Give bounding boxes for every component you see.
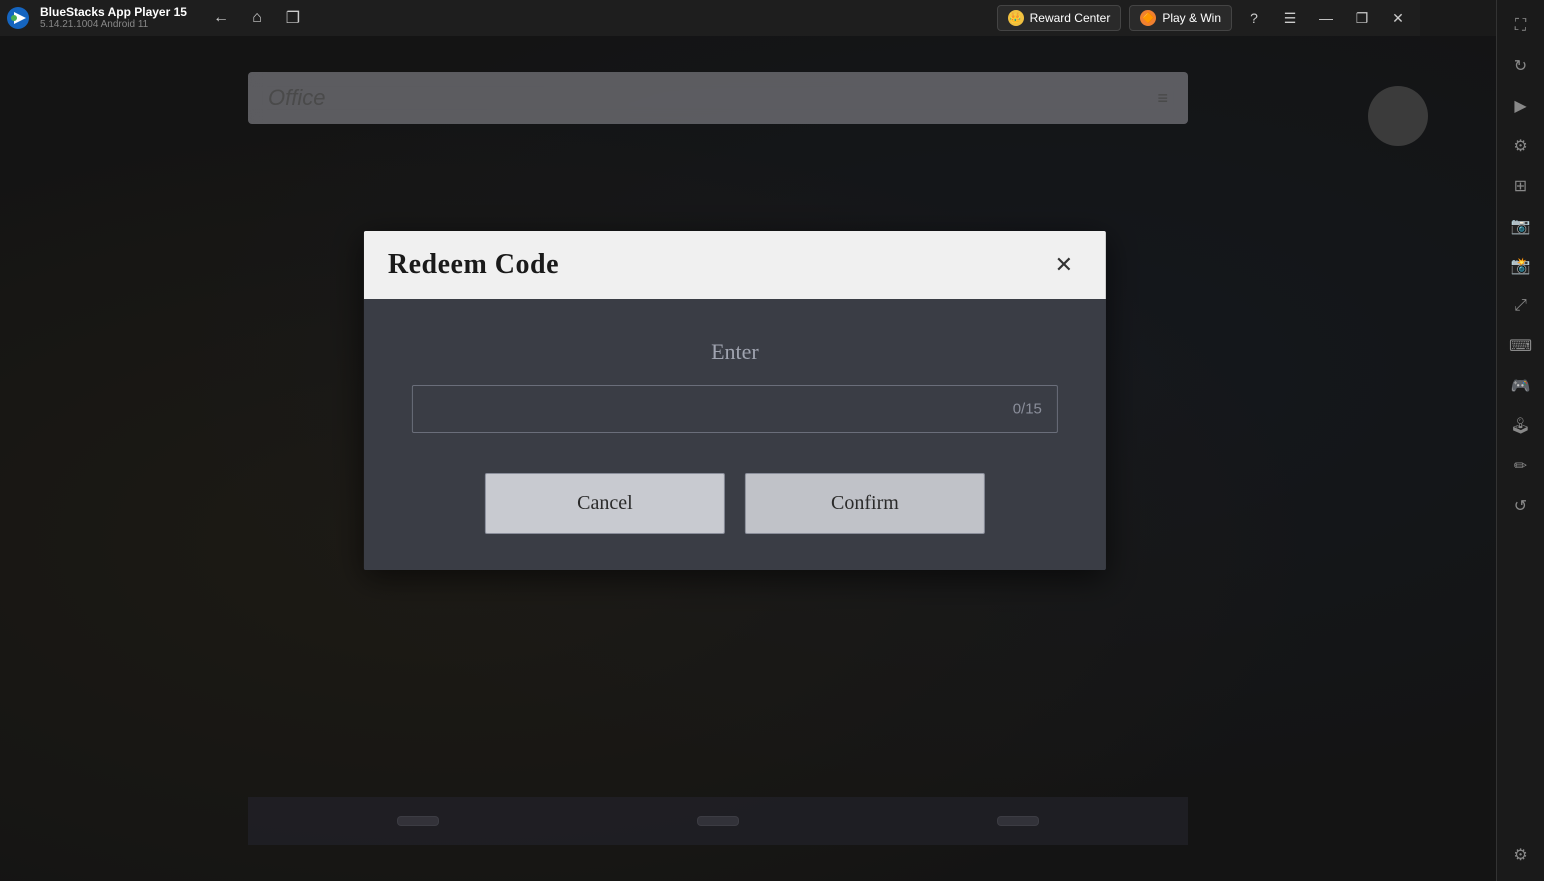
reward-center-button[interactable]: 👑 Reward Center [997, 5, 1122, 31]
settings2-icon[interactable]: ⚙ [1503, 128, 1539, 164]
dialog-title: Redeem Code [388, 249, 559, 281]
gamepad-icon[interactable]: 🎮 [1503, 368, 1539, 404]
dialog-input-wrapper: 0/15 [412, 385, 1058, 433]
close-button[interactable]: ✕ [1384, 4, 1412, 32]
cancel-button[interactable]: Cancel [485, 473, 725, 534]
dialog-buttons: Cancel Confirm [412, 473, 1058, 534]
help-button[interactable]: ? [1240, 4, 1268, 32]
refresh-icon[interactable]: ↺ [1503, 488, 1539, 524]
copy-button[interactable]: ❐ [279, 4, 307, 32]
screenshot-icon[interactable]: 📸 [1503, 248, 1539, 284]
reward-icon: 👑 [1008, 10, 1024, 26]
app-name: BlueStacks App Player 15 [40, 5, 187, 19]
bluestacks-logo [0, 0, 36, 36]
play-win-icon: 🔶 [1140, 10, 1156, 26]
home-button[interactable]: ⌂ [243, 4, 271, 32]
keyboard-icon[interactable]: ⌨ [1503, 328, 1539, 364]
titlebar-nav: ← ⌂ ❐ [207, 4, 307, 32]
minimize-button[interactable]: — [1312, 4, 1340, 32]
grid-icon[interactable]: ⊞ [1503, 168, 1539, 204]
play-win-label: Play & Win [1162, 11, 1221, 25]
app-version: 5.14.21.1004 Android 11 [40, 19, 187, 31]
back-button[interactable]: ← [207, 4, 235, 32]
right-sidebar: ⛶ ↻ ▶ ⚙ ⊞ 📷 📸 ⤢ ⌨ 🎮 🕹 ✏ ↺ ⚙ [1496, 0, 1544, 881]
settings-icon[interactable]: ⚙ [1503, 837, 1539, 873]
joystick-icon[interactable]: 🕹 [1503, 408, 1539, 444]
redeem-code-input[interactable] [412, 385, 1058, 433]
dialog-enter-label: Enter [412, 339, 1058, 365]
confirm-button[interactable]: Confirm [745, 473, 985, 534]
expand-icon[interactable]: ⛶ [1503, 8, 1539, 44]
titlebar: BlueStacks App Player 15 5.14.21.1004 An… [0, 0, 1420, 36]
maximize-button[interactable]: ❐ [1348, 4, 1376, 32]
eraser-icon[interactable]: ✏ [1503, 448, 1539, 484]
play-win-button[interactable]: 🔶 Play & Win [1129, 5, 1232, 31]
dialog-body: Enter 0/15 Cancel Confirm [364, 299, 1106, 570]
redeem-code-dialog: Redeem Code ✕ Enter 0/15 Cancel Confirm [364, 231, 1106, 570]
menu-button[interactable]: ☰ [1276, 4, 1304, 32]
camera-icon[interactable]: 📷 [1503, 208, 1539, 244]
reward-center-label: Reward Center [1030, 11, 1111, 25]
resize-icon[interactable]: ⤢ [1503, 288, 1539, 324]
app-info: BlueStacks App Player 15 5.14.21.1004 An… [40, 5, 187, 31]
rotate-icon[interactable]: ↻ [1503, 48, 1539, 84]
titlebar-right: 👑 Reward Center 🔶 Play & Win ? ☰ — ❐ ✕ [997, 4, 1412, 32]
dialog-close-button[interactable]: ✕ [1046, 247, 1082, 283]
video-icon[interactable]: ▶ [1503, 88, 1539, 124]
dialog-header: Redeem Code ✕ [364, 231, 1106, 299]
